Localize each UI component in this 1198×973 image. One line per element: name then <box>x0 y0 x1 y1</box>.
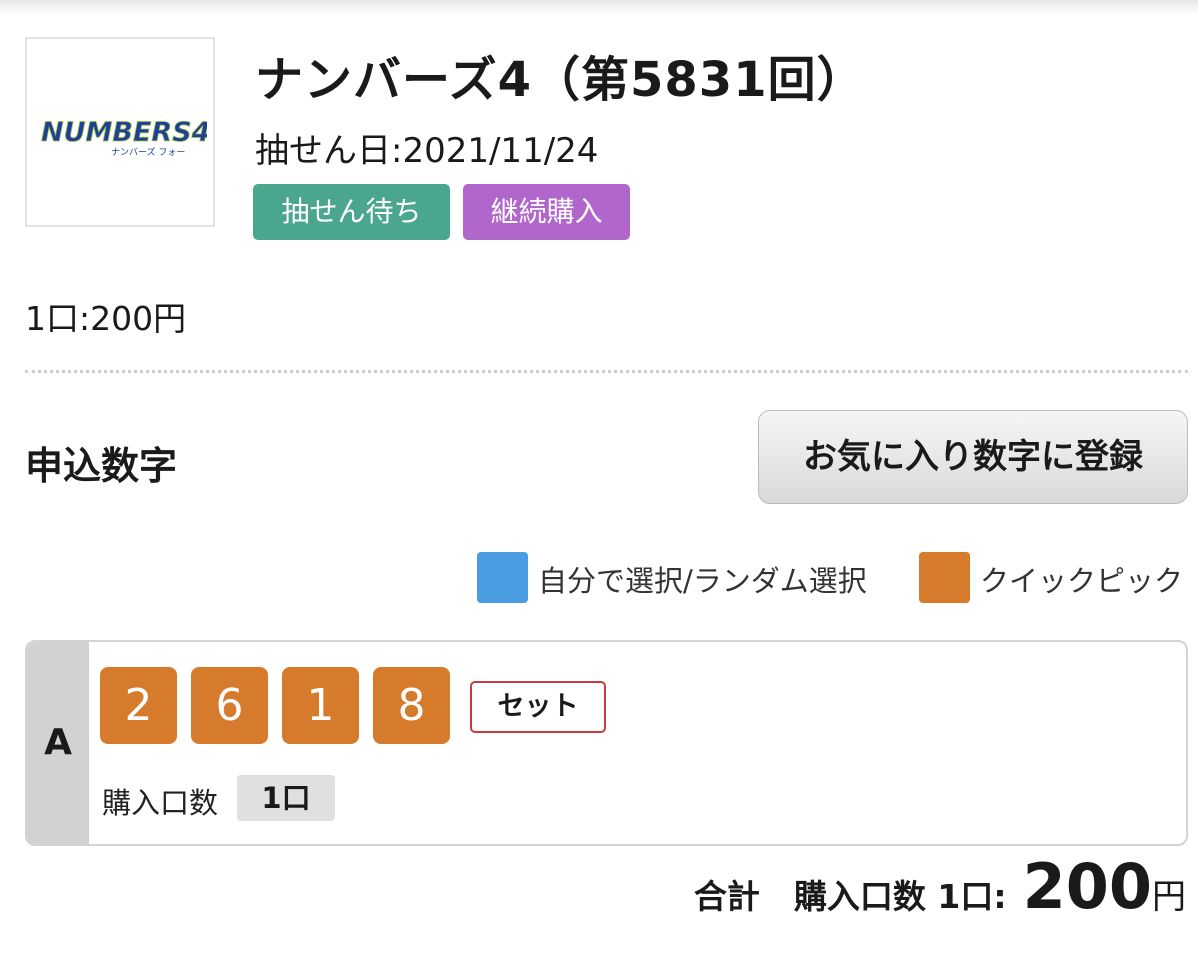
digit-box: 8 <box>373 667 450 744</box>
logo-wordmark: NUMBERS4 <box>41 117 207 148</box>
numbers4-logo: NUMBERS4 ナンバーズ フォー <box>25 37 215 227</box>
total-unit: 円 <box>1152 877 1186 917</box>
top-shadow <box>0 0 1198 14</box>
numbers4-logo-graphic: NUMBERS4 ナンバーズ フォー <box>41 117 207 158</box>
total-amount: 200 <box>1022 850 1152 923</box>
legend-swatch-quickpick <box>919 552 970 603</box>
legend-label-manual: 自分で選択/ランダム選択 <box>538 564 867 598</box>
digit-box: 6 <box>191 667 268 744</box>
digit-box: 2 <box>100 667 177 744</box>
status-badge-waiting: 抽せん待ち <box>253 184 450 240</box>
legend-label-quickpick: クイックピック <box>980 564 1184 598</box>
unit-price: 1口:200円 <box>25 299 187 338</box>
quantity-value: 1口 <box>237 775 335 821</box>
total-quantity: 購入口数 1口: <box>793 877 1007 916</box>
entry-card: A 2 6 1 8 セット 購入口数 1口 <box>25 640 1188 846</box>
quantity-label: 購入口数 <box>102 786 219 820</box>
total-row: 合計 購入口数 1口: 200円 <box>694 850 1186 923</box>
status-badge-continuous: 継続購入 <box>463 184 630 240</box>
set-button[interactable]: セット <box>470 681 606 733</box>
legend-swatch-manual <box>477 552 528 603</box>
digit-box: 1 <box>282 667 359 744</box>
total-label: 合計 <box>693 877 760 916</box>
draw-date: 抽せん日:2021/11/24 <box>255 131 599 171</box>
logo-subtext: ナンバーズ フォー <box>111 146 185 158</box>
entry-letter: A <box>27 642 89 844</box>
dotted-divider <box>25 370 1188 373</box>
page-title: ナンバーズ4（第5831回） <box>255 52 866 108</box>
section-title: 申込数字 <box>25 444 178 488</box>
register-favorite-button[interactable]: お気に入り数字に登録 <box>758 410 1188 504</box>
